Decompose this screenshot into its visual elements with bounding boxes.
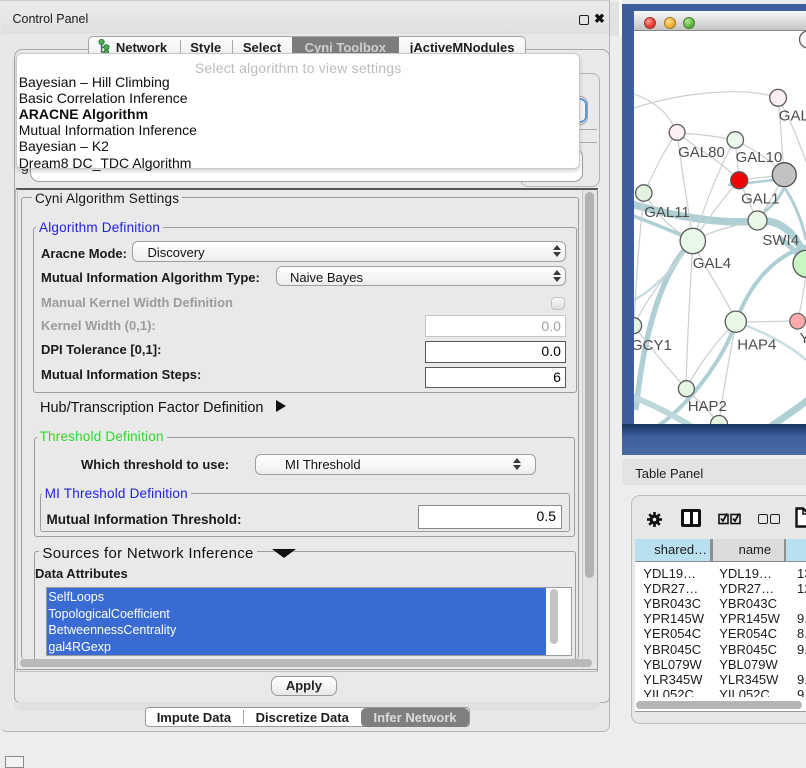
svg-text:SWI4: SWI4 xyxy=(762,232,799,249)
svg-text:GAL80: GAL80 xyxy=(678,144,725,161)
svg-text:Y: Y xyxy=(800,330,806,347)
svg-text:GAL10: GAL10 xyxy=(736,149,783,166)
svg-text:HAP2: HAP2 xyxy=(688,398,727,415)
svg-text:GAL4: GAL4 xyxy=(693,255,731,272)
svg-text:GAL: GAL xyxy=(779,108,806,125)
svg-text:GAL11: GAL11 xyxy=(644,204,690,221)
svg-text:GAL1: GAL1 xyxy=(741,191,779,208)
svg-text:GCY1: GCY1 xyxy=(634,337,672,354)
svg-text:HAP4: HAP4 xyxy=(737,337,776,354)
